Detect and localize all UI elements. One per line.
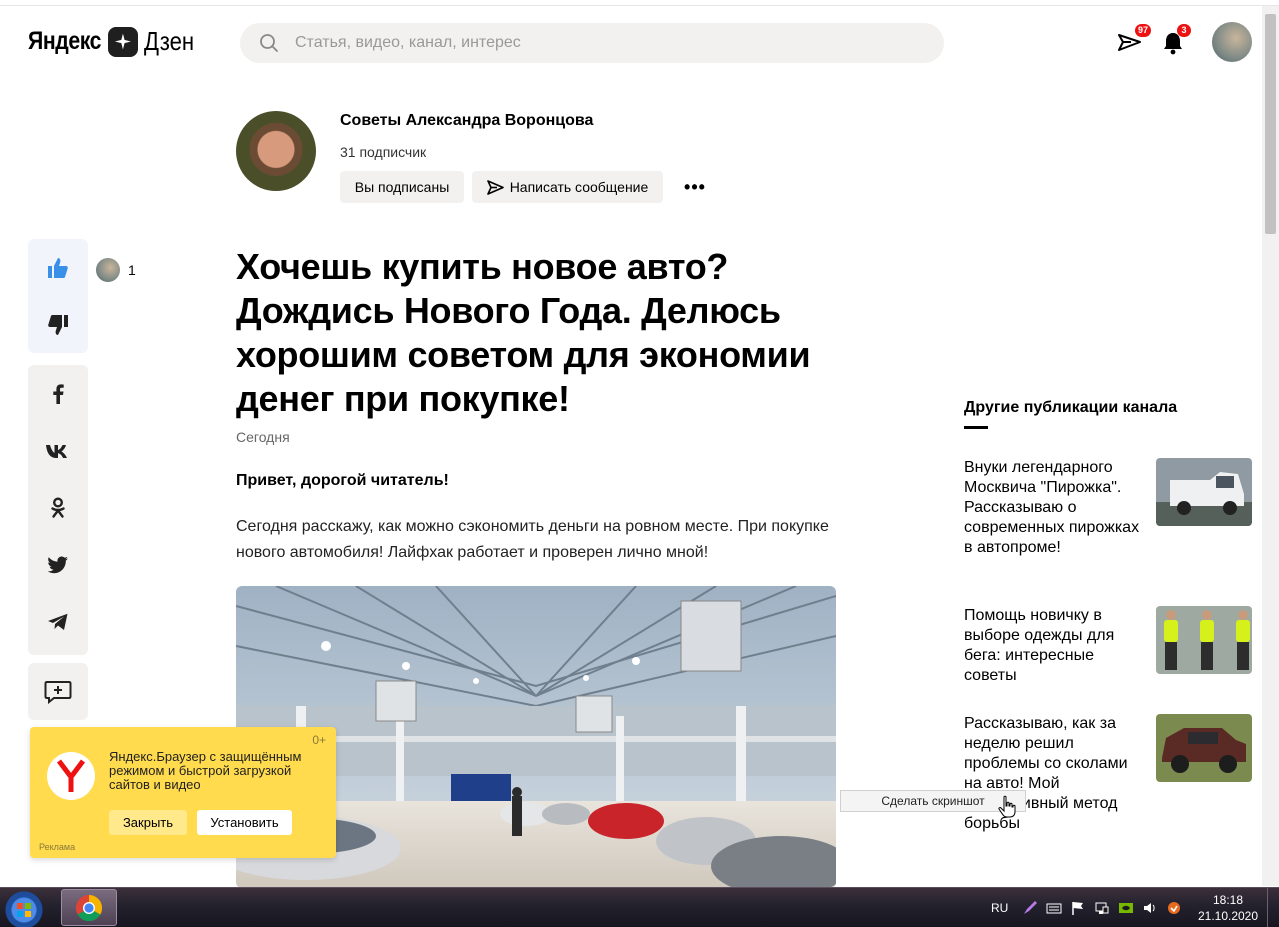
action-center-flag-icon[interactable] [1070, 900, 1086, 916]
article-title: Хочешь купить новое авто? Дождись Нового… [236, 246, 811, 419]
publication-card[interactable]: Внуки легендарного Москвича "Пирожка". Р… [964, 458, 1252, 558]
subscribed-button[interactable]: Вы подписаны [340, 171, 464, 203]
ad-close-button[interactable]: Закрыть [109, 810, 187, 835]
keyboard-icon[interactable] [1046, 900, 1062, 916]
yandex-zen-logo[interactable]: Яндекс Дзен [28, 26, 203, 57]
more-options-button[interactable]: ••• [684, 176, 706, 198]
logo-yandex-text: Яндекс [28, 27, 102, 55]
publication-title[interactable]: Внуки легендарного Москвича "Пирожка". Р… [964, 458, 1144, 558]
liker-avatar [96, 258, 120, 282]
page-scrollbar[interactable] [1262, 6, 1279, 886]
taskbar-chrome-button[interactable] [61, 889, 117, 926]
search-icon [260, 34, 278, 52]
network-icon[interactable] [1094, 900, 1110, 916]
browser-top-edge [0, 0, 1279, 6]
telegram-icon [48, 613, 68, 630]
publication-thumbnail[interactable] [1156, 458, 1252, 526]
like-button[interactable] [28, 239, 88, 296]
yandex-browser-logo-icon [47, 752, 95, 800]
likes-summary[interactable]: 1 [96, 258, 136, 282]
facebook-icon [53, 383, 64, 404]
search-bar[interactable] [240, 23, 944, 63]
logo-zen-text: Дзен [143, 26, 195, 56]
runners-thumbnail [1156, 606, 1252, 674]
article-paragraph: Сегодня расскажу, как можно сэкономить д… [236, 518, 829, 561]
taskbar-clock[interactable]: 18:18 21.10.2020 [1196, 892, 1260, 924]
start-button[interactable] [4, 890, 44, 927]
subscriber-count: 31 подписчик [340, 144, 427, 160]
thumbs-down-icon [48, 314, 68, 335]
ad-text: Яндекс.Браузер с защищённым режимом и бы… [109, 749, 302, 792]
publication-title[interactable]: Рассказываю, как за неделю решил проблем… [964, 714, 1144, 834]
notifications-button[interactable]: 3 [1161, 24, 1191, 56]
channel-avatar[interactable] [236, 111, 316, 191]
likes-count: 1 [128, 262, 136, 278]
dislike-button[interactable] [28, 296, 88, 353]
article-lead: Привет, дорогой читатель! [236, 472, 449, 489]
language-indicator[interactable]: RU [991, 901, 1008, 915]
publication-title[interactable]: Помощь новичку в выборе одежды для бега:… [964, 606, 1144, 686]
chrome-icon [75, 894, 103, 921]
ad-label: Реклама [39, 842, 76, 852]
clock-time: 18:18 [1212, 893, 1244, 907]
vk-icon [46, 444, 67, 458]
notifications-badge: 3 [1177, 24, 1191, 37]
save-panel [28, 663, 88, 720]
share-ok-button[interactable] [28, 479, 88, 536]
user-avatar[interactable] [1212, 22, 1252, 62]
add-comment-icon [44, 680, 72, 704]
publication-thumbnail[interactable] [1156, 714, 1252, 782]
publication-thumbnail[interactable] [1156, 606, 1252, 674]
app-update-icon[interactable] [1166, 900, 1182, 916]
ad-install-button[interactable]: Установить [197, 810, 292, 835]
windows-logo-icon [17, 903, 31, 917]
reaction-panel [28, 239, 88, 353]
article-date: Сегодня [236, 429, 290, 445]
other-publications-heading: Другие публикации канала [964, 399, 1178, 416]
hand-cursor-icon [998, 795, 1016, 818]
system-tray: RU [991, 888, 1190, 927]
publication-card[interactable]: Помощь новичку в выборе одежды для бега:… [964, 606, 1252, 686]
brown-suv-thumbnail [1156, 714, 1252, 782]
write-message-button[interactable]: Написать сообщение [472, 171, 663, 203]
zen-star-icon [107, 26, 138, 57]
share-facebook-button[interactable] [28, 365, 88, 422]
save-to-bookmarks-button[interactable] [28, 663, 88, 720]
browser-ad-popup: 0+ Яндекс.Браузер с защищённым режимом и… [30, 727, 336, 858]
share-telegram-button[interactable] [28, 593, 88, 650]
messages-badge: 97 [1134, 24, 1151, 37]
show-desktop-button[interactable] [1267, 888, 1279, 927]
age-rating: 0+ [312, 733, 326, 747]
scrollbar-thumb[interactable] [1265, 14, 1276, 234]
thumbs-up-icon [48, 257, 68, 278]
send-icon [486, 179, 504, 195]
heading-underline [964, 426, 988, 429]
volume-icon[interactable] [1142, 900, 1158, 916]
share-vk-button[interactable] [28, 422, 88, 479]
odnoklassniki-icon [51, 497, 65, 518]
messages-button[interactable]: 97 [1117, 24, 1151, 56]
white-van-thumbnail [1156, 458, 1252, 526]
nvidia-icon[interactable] [1118, 900, 1134, 916]
pen-icon[interactable] [1022, 900, 1038, 916]
search-input[interactable] [295, 34, 895, 52]
share-twitter-button[interactable] [28, 536, 88, 593]
share-panel [28, 365, 88, 655]
windows-taskbar: RU 18:18 21.10.2020 [0, 887, 1279, 927]
clock-date: 21.10.2020 [1197, 909, 1259, 923]
channel-name[interactable]: Советы Александра Воронцова [340, 112, 593, 130]
write-message-label: Написать сообщение [509, 179, 649, 195]
twitter-icon [47, 556, 68, 573]
